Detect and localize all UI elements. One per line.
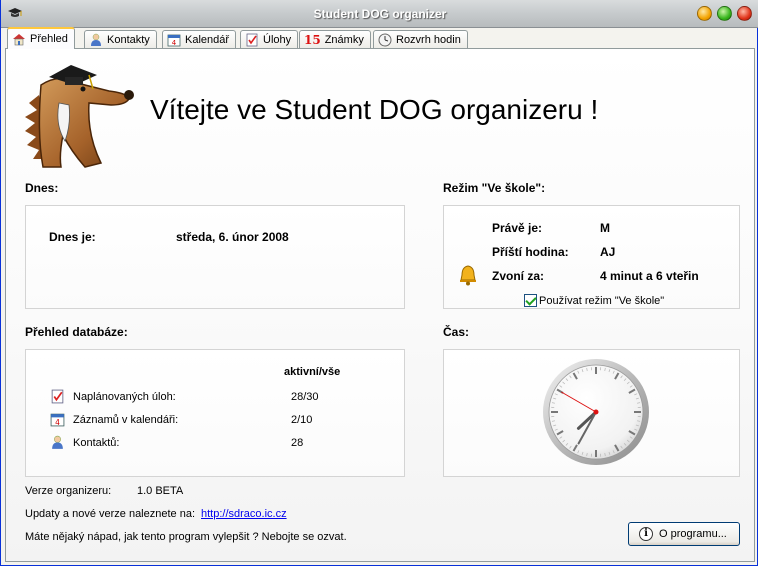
minimize-button[interactable]	[697, 6, 712, 21]
school-mode-box	[443, 205, 740, 309]
tab-kalendar[interactable]: 4 Kalendář	[162, 30, 237, 49]
next-lesson-value: AJ	[600, 245, 616, 259]
database-row-label: Záznamů v kalendáři:	[73, 414, 179, 426]
tab-rozvrh-hodin[interactable]: Rozvrh hodin	[373, 30, 468, 49]
calendar-icon: 4	[50, 413, 65, 427]
app-window: Student DOG organizer Přehled Kontakty 4…	[0, 0, 758, 566]
window-title: Student DOG organizer	[313, 7, 447, 21]
tab-label: Kalendář	[185, 34, 230, 46]
about-button[interactable]: i O programu...	[628, 522, 740, 546]
tab-label: Přehled	[30, 33, 68, 45]
svg-text:4: 4	[55, 418, 60, 427]
database-row-label: Naplánovaných úloh:	[73, 391, 176, 403]
database-row-value: 28/30	[291, 391, 319, 403]
current-lesson-label: Právě je:	[492, 221, 543, 235]
bell-countdown-label: Zvoní za:	[492, 269, 545, 283]
home-icon	[13, 34, 25, 46]
updates-link[interactable]: http://sdraco.ic.cz	[201, 508, 287, 520]
updates-text: Updaty a nové verze naleznete na:	[25, 508, 196, 520]
svg-text:4: 4	[172, 39, 177, 47]
about-button-label: O programu...	[659, 528, 727, 540]
tab-kontakty[interactable]: Kontakty	[84, 30, 157, 49]
task-check-icon	[246, 33, 258, 47]
school-mode-checkbox[interactable]	[524, 294, 537, 307]
current-lesson-value: M	[600, 221, 610, 235]
student-dog-logo	[25, 65, 134, 168]
welcome-heading: Vítejte ve Student DOG organizeru !	[150, 94, 599, 125]
today-box	[25, 205, 405, 309]
tab-strip: Přehled Kontakty 4 Kalendář Úlohy 15 Zná…	[5, 27, 755, 49]
next-lesson-label: Příští hodina:	[492, 245, 569, 259]
clock-icon	[378, 33, 392, 47]
today-label: Dnes je:	[49, 230, 96, 244]
today-date: středa, 6. únor 2008	[176, 230, 289, 244]
bell-countdown-value: 4 minut a 6 vteřin	[600, 269, 699, 283]
database-column-header: aktivní/vše	[284, 366, 341, 378]
database-row-value: 2/10	[291, 414, 313, 426]
grades-icon: 15	[304, 33, 321, 47]
title-bar: Student DOG organizer	[1, 0, 758, 28]
database-row-label: Kontaktů:	[73, 437, 120, 449]
version-label: Verze organizeru:	[25, 485, 112, 497]
database-box	[25, 349, 405, 477]
analog-clock	[543, 359, 649, 465]
idea-text: Máte nějaký nápad, jak tento program vyl…	[25, 531, 347, 543]
tab-label: Rozvrh hodin	[396, 34, 461, 46]
database-section-title: Přehled databáze:	[25, 325, 128, 339]
time-section-title: Čas:	[443, 325, 470, 339]
contact-person-icon	[91, 33, 101, 46]
contact-person-icon	[52, 435, 63, 449]
school-mode-checkbox-label[interactable]: Používat režim "Ve škole"	[539, 295, 664, 307]
database-row-value: 28	[291, 437, 304, 449]
maximize-button[interactable]	[717, 6, 732, 21]
tab-prehled[interactable]: Přehled	[7, 27, 75, 49]
task-check-icon	[51, 389, 64, 404]
info-icon: i	[639, 527, 653, 541]
calendar-icon: 4	[167, 34, 181, 47]
today-section-title: Dnes:	[25, 181, 59, 195]
tab-label: Známky	[324, 34, 364, 46]
bell-icon	[460, 265, 476, 286]
school-mode-section-title: Režim "Ve škole":	[443, 181, 546, 195]
tab-ulohy[interactable]: Úlohy	[240, 30, 299, 49]
tab-znamky[interactable]: 15 Známky	[299, 30, 371, 49]
tab-label: Úlohy	[263, 34, 292, 46]
tab-label: Kontakty	[107, 34, 150, 46]
version-value: 1.0 BETA	[137, 485, 184, 497]
close-button[interactable]	[737, 6, 752, 21]
